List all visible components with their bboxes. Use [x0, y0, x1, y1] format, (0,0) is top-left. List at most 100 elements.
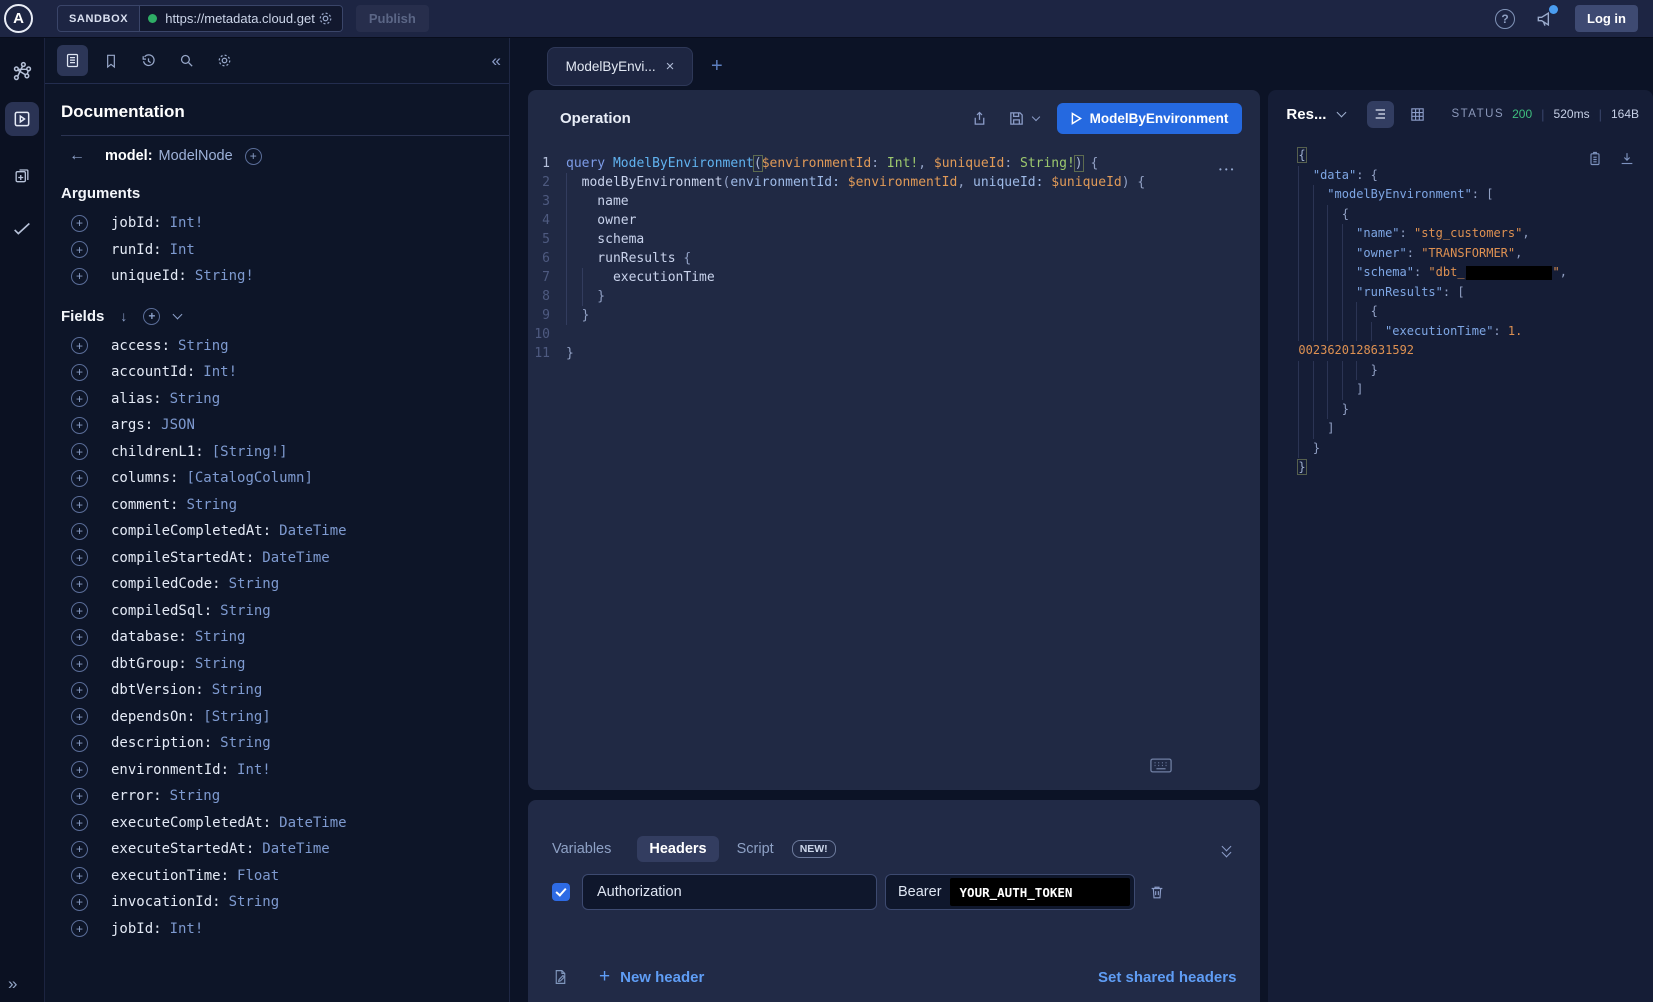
field-name[interactable]: database:	[111, 629, 187, 645]
argument-row[interactable]: +jobId:Int!	[61, 210, 509, 237]
field-name[interactable]: jobId:	[111, 215, 162, 231]
field-type[interactable]: String	[229, 894, 280, 910]
field-name[interactable]: executeCompletedAt:	[111, 815, 271, 831]
add-to-query-icon[interactable]: +	[71, 337, 88, 354]
field-name[interactable]: compiledCode:	[111, 576, 221, 592]
share-icon[interactable]	[971, 110, 988, 127]
field-type[interactable]: String	[229, 576, 280, 592]
query-editor[interactable]: 1query ModelByEnvironment($environmentId…	[528, 146, 1260, 363]
field-type[interactable]: JSON	[161, 417, 195, 433]
field-name[interactable]: executeStartedAt:	[111, 841, 254, 857]
schema-field-row[interactable]: + columns: [CatalogColumn]	[61, 465, 509, 492]
sort-fields-icon[interactable]: ↓	[120, 308, 127, 324]
argument-row[interactable]: +uniqueId:String!	[61, 263, 509, 290]
field-name[interactable]: dbtGroup:	[111, 656, 187, 672]
code-line[interactable]: 1query ModelByEnvironment($environmentId…	[528, 154, 1260, 173]
apollo-logo[interactable]: A	[4, 4, 33, 33]
field-name[interactable]: compileCompletedAt:	[111, 523, 271, 539]
add-to-query-icon[interactable]: +	[71, 268, 88, 285]
field-name[interactable]: columns:	[111, 470, 178, 486]
add-to-query-icon[interactable]: +	[71, 761, 88, 778]
new-tab-icon[interactable]: +	[711, 55, 723, 78]
delete-header-icon[interactable]	[1149, 884, 1165, 901]
set-shared-headers-link[interactable]: Set shared headers	[1098, 969, 1236, 986]
collections-icon[interactable]	[5, 158, 39, 192]
field-name[interactable]: environmentId:	[111, 762, 229, 778]
field-type[interactable]: String	[178, 338, 229, 354]
prefill-headers-icon[interactable]	[552, 968, 569, 986]
collapse-panel-icon[interactable]	[1223, 843, 1230, 855]
schema-field-row[interactable]: + dependsOn: [String]	[61, 704, 509, 731]
tab-headers[interactable]: Headers	[637, 836, 718, 862]
field-name[interactable]: uniqueId:	[111, 268, 187, 284]
schema-field-row[interactable]: +dbtVersion:String	[61, 677, 509, 704]
schema-field-row[interactable]: +compileStartedAt:DateTime	[61, 545, 509, 572]
schema-field-row[interactable]: +accountId:Int!	[61, 359, 509, 386]
auth-token-value[interactable]: YOUR_AUTH_TOKEN	[950, 878, 1130, 906]
code-line[interactable]: 7 executionTime	[528, 268, 1260, 287]
field-name[interactable]: description:	[111, 735, 212, 751]
field-type[interactable]: String	[195, 656, 246, 672]
field-type[interactable]: [String!]	[212, 444, 288, 460]
field-type[interactable]: [CatalogColumn]	[186, 470, 312, 486]
add-to-query-icon[interactable]: +	[71, 417, 88, 434]
add-to-query-icon[interactable]: +	[71, 735, 88, 752]
model-type[interactable]: ModelNode	[159, 148, 233, 164]
add-to-query-icon[interactable]: +	[71, 841, 88, 858]
add-to-query-icon[interactable]: +	[71, 390, 88, 407]
new-header-button[interactable]: + New header	[599, 966, 704, 988]
field-type[interactable]: String	[186, 497, 237, 513]
history-icon[interactable]	[133, 45, 164, 76]
chevron-down-icon[interactable]	[173, 309, 183, 319]
header-key-input[interactable]: Authorization	[582, 874, 877, 910]
back-arrow-icon[interactable]: ←	[69, 147, 85, 165]
field-name[interactable]: dependsOn:	[111, 709, 195, 725]
add-to-query-icon[interactable]: +	[71, 814, 88, 831]
field-type[interactable]: DateTime	[279, 815, 346, 831]
field-type[interactable]: String	[195, 629, 246, 645]
add-to-query-icon[interactable]: +	[71, 867, 88, 884]
schema-field-row[interactable]: +database:String	[61, 624, 509, 651]
add-to-query-icon[interactable]: +	[71, 788, 88, 805]
add-to-query-icon[interactable]: +	[71, 470, 88, 487]
response-dropdown-chevron-icon[interactable]	[1337, 107, 1347, 117]
add-to-query-icon[interactable]: +	[71, 708, 88, 725]
save-icon[interactable]	[1008, 110, 1039, 127]
header-enabled-checkbox[interactable]	[552, 883, 570, 901]
schema-field-row[interactable]: +environmentId:Int!	[61, 757, 509, 784]
argument-row[interactable]: +runId:Int	[61, 237, 509, 264]
schema-field-row[interactable]: +access:String	[61, 333, 509, 360]
schema-graph-icon[interactable]	[5, 54, 39, 88]
add-to-query-icon[interactable]: +	[71, 549, 88, 566]
field-name[interactable]: compiledSql:	[111, 603, 212, 619]
field-type[interactable]: DateTime	[279, 523, 346, 539]
schema-field-row[interactable]: + dbtGroup: String	[61, 651, 509, 678]
response-title[interactable]: Res...	[1286, 106, 1326, 123]
add-to-query-icon[interactable]: +	[71, 655, 88, 672]
formatted-view-icon[interactable]	[1367, 101, 1394, 128]
schema-field-row[interactable]: +childrenL1:[String!]	[61, 439, 509, 466]
field-type[interactable]: DateTime	[262, 550, 329, 566]
save-menu-chevron-icon[interactable]	[1031, 112, 1039, 120]
field-type[interactable]: String	[212, 682, 263, 698]
schema-field-row[interactable]: + executeStartedAt: DateTime	[61, 836, 509, 863]
login-button[interactable]: Log in	[1575, 5, 1638, 32]
field-name[interactable]: error:	[111, 788, 162, 804]
help-icon[interactable]: ?	[1495, 9, 1515, 29]
code-line[interactable]: 11}	[528, 344, 1260, 363]
field-type[interactable]: [String]	[203, 709, 270, 725]
field-type[interactable]: Int!	[203, 364, 237, 380]
add-to-query-icon[interactable]: +	[71, 682, 88, 699]
header-value-input[interactable]: Bearer YOUR_AUTH_TOKEN	[885, 874, 1135, 910]
code-line[interactable]: 5 schema	[528, 230, 1260, 249]
field-type[interactable]: DateTime	[262, 841, 329, 857]
bookmark-icon[interactable]	[95, 45, 126, 76]
field-name[interactable]: alias:	[111, 391, 162, 407]
download-response-icon[interactable]	[1619, 150, 1635, 167]
field-name[interactable]: accountId:	[111, 364, 195, 380]
code-line[interactable]: 9}	[528, 306, 1260, 325]
add-to-query-icon[interactable]: +	[71, 894, 88, 911]
add-to-query-icon[interactable]: +	[71, 215, 88, 232]
schema-field-row[interactable]: + executeCompletedAt: DateTime	[61, 810, 509, 837]
response-body[interactable]: {"data": {"modelByEnvironment": [{"name"…	[1268, 138, 1653, 478]
